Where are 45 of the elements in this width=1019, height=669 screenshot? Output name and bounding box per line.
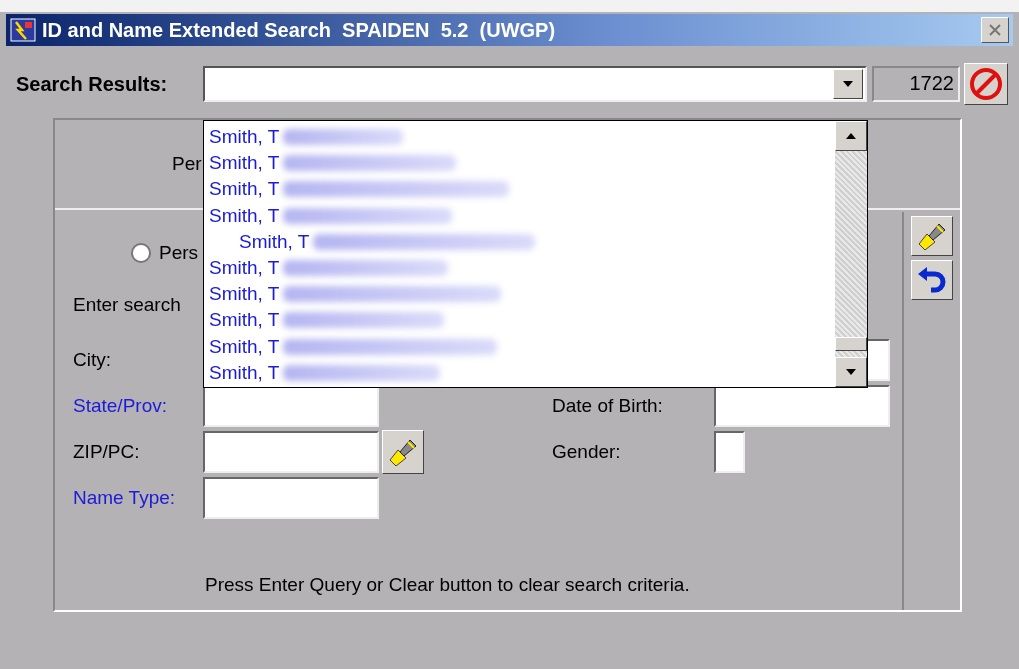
prompt-text: Enter search — [73, 294, 181, 316]
result-item[interactable]: Smith, T — [209, 126, 280, 149]
up-arrow-icon — [845, 132, 857, 140]
field-label: City: — [73, 348, 112, 371]
result-item[interactable]: Smith, T — [209, 204, 280, 227]
result-item[interactable]: Smith, T — [209, 152, 280, 175]
search-button[interactable] — [911, 216, 953, 256]
input-field[interactable] — [203, 476, 379, 519]
field-label: Name Type: — [73, 486, 177, 509]
result-item[interactable]: Smith, T — [209, 283, 280, 306]
result-item[interactable]: Smith, T — [209, 361, 280, 384]
scrollbar[interactable] — [835, 121, 867, 387]
input-field[interactable] — [714, 384, 890, 427]
result-item[interactable]: Smith, T — [209, 335, 280, 358]
result-item[interactable]: Smith, T — [209, 309, 280, 332]
field-label: ZIP/PC: — [73, 440, 141, 463]
result-item[interactable]: Smith, T — [209, 178, 280, 201]
window-title: ID and Name Extended Search SPAIDEN 5.2 (UWGP) — [42, 18, 557, 42]
search-button[interactable] — [382, 429, 424, 474]
search-results-label: Search Results: — [16, 72, 169, 96]
scroll-down-button[interactable] — [835, 357, 867, 387]
result-item[interactable]: Smith, T — [239, 230, 310, 253]
radio-label: Pers — [159, 242, 199, 264]
close-button[interactable] — [981, 17, 1009, 43]
tab-label: Per — [172, 153, 202, 175]
dropdown-button[interactable] — [833, 69, 863, 99]
radio-button[interactable] — [131, 243, 151, 263]
search-results-combo[interactable] — [203, 66, 867, 102]
scroll-thumb[interactable] — [835, 337, 867, 351]
app-icon — [10, 18, 36, 42]
caret-icon — [842, 80, 854, 88]
result-item[interactable]: Smith, T — [209, 257, 280, 280]
down-arrow-icon — [845, 368, 857, 376]
hint-message: Press Enter Query or Clear button to clear search criteria. — [204, 574, 691, 596]
close-icon — [988, 23, 1002, 37]
undo-button[interactable] — [911, 260, 953, 300]
cancel-button[interactable] — [964, 63, 1008, 105]
field-label: Date of Birth: — [552, 394, 664, 417]
field-label: Gender: — [552, 440, 622, 463]
input-field[interactable] — [203, 430, 379, 473]
field-label: State/Prov: — [73, 394, 168, 417]
stop-icon — [968, 66, 1004, 102]
result-count: 1722 — [872, 66, 960, 102]
scroll-up-button[interactable] — [835, 121, 867, 151]
input-field[interactable] — [714, 430, 745, 473]
